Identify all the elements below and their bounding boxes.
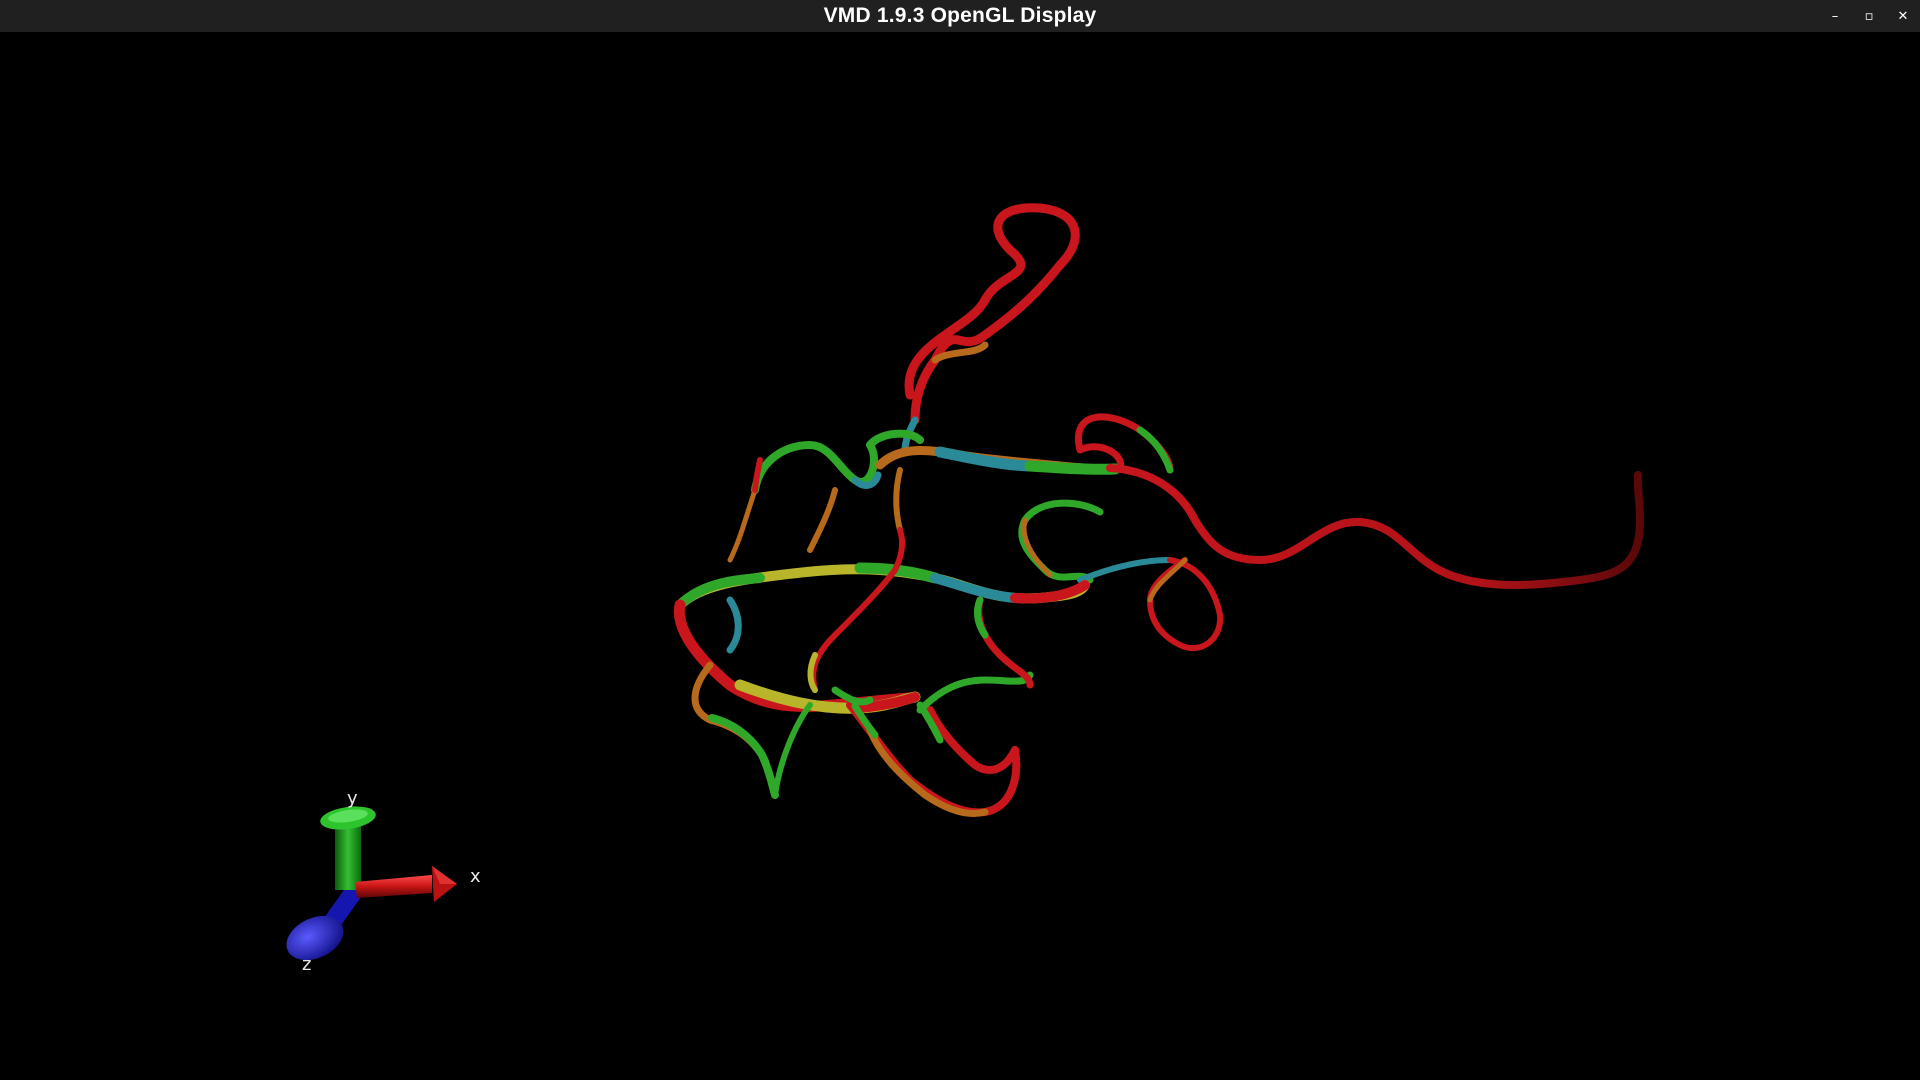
ribbon-segment (1147, 557, 1188, 603)
ribbon-segment (772, 702, 813, 798)
ribbon-segment (807, 487, 838, 553)
x-axis-label: x (470, 866, 481, 887)
ribbon-segment (1147, 557, 1224, 652)
ribbon-segment (675, 573, 765, 610)
y-axis-arrow (320, 806, 376, 890)
minimize-icon: – (1831, 8, 1839, 24)
x-axis-arrow (355, 866, 457, 902)
ribbon-segment (1018, 499, 1104, 584)
scene-svg: y x z (286, 203, 1644, 975)
z-axis-label: z (302, 954, 311, 975)
ribbon-segment (708, 714, 779, 799)
minimize-button[interactable]: – (1818, 0, 1852, 32)
y-axis-label: y (347, 788, 358, 809)
maximize-button[interactable]: ▫ (1852, 0, 1886, 32)
ribbon-segment (726, 596, 742, 654)
ribbon-segment (975, 596, 1034, 689)
ribbon-segment (916, 671, 1034, 714)
ribbon-segment (810, 567, 898, 693)
ribbon-segment (893, 467, 903, 533)
axes-indicator: y x z (286, 788, 481, 975)
maximize-icon: ▫ (1864, 8, 1874, 24)
title-bar[interactable]: VMD 1.9.3 OpenGL Display – ▫ ✕ (0, 0, 1920, 32)
ribbon-segment (1136, 426, 1174, 474)
ribbon-segment (727, 487, 758, 563)
close-button[interactable]: ✕ (1886, 0, 1920, 32)
protein-ribbon (673, 203, 1644, 817)
opengl-viewport[interactable]: y x z (0, 32, 1920, 1080)
z-axis-arrow (286, 881, 364, 961)
ribbon-segment (1077, 557, 1173, 583)
window-controls: – ▫ ✕ (1818, 0, 1920, 32)
ribbon-segment (892, 527, 906, 573)
vmd-display-window: VMD 1.9.3 OpenGL Display – ▫ ✕ y x z (0, 0, 1920, 1080)
ribbon-segment (673, 599, 916, 713)
window-title: VMD 1.9.3 OpenGL Display (823, 4, 1097, 27)
ribbon-segment (866, 726, 989, 817)
close-icon: ✕ (1897, 8, 1909, 24)
ribbon-segment (930, 573, 1020, 603)
ribbon-segment (904, 203, 1080, 425)
ribbon-segment (1024, 460, 1121, 475)
